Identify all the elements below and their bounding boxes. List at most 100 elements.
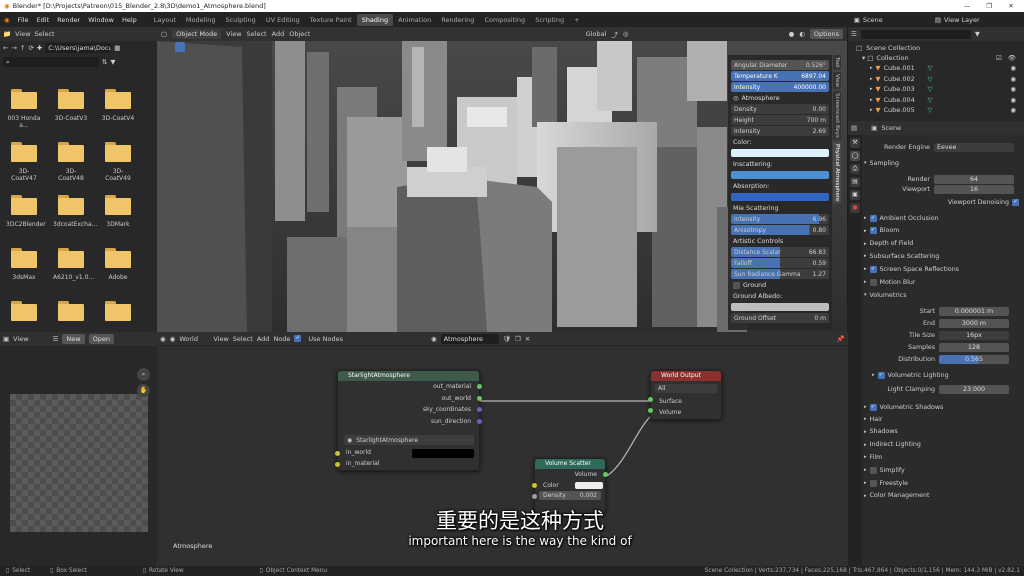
volume-scatter-node[interactable]: Volume Scatter Volume Color Density 0.00… [532,458,608,514]
npanel-field[interactable]: Temperature K 6897.04 [731,71,829,81]
settings-section[interactable]: ▸ Depth of Field [864,238,1022,250]
editor-type-icon[interactable]: 📁 [3,30,11,38]
npanel-field[interactable]: Intensity 400000.00 [731,82,829,92]
scene-tab-icon[interactable]: ▣ [850,190,860,200]
section-checkbox[interactable]: ✓ [869,403,877,411]
shading-material-icon[interactable]: ◐ [799,30,805,38]
expand-icon[interactable]: ▸ [864,266,867,272]
menu-view[interactable]: View [15,30,30,38]
npanel-field[interactable]: Density 0.00 [731,104,829,114]
expand-icon[interactable]: ▸ [864,467,867,473]
expand-icon[interactable]: ▸ [864,416,867,422]
pin-icon[interactable]: ☰ [53,335,59,343]
tab-compositing[interactable]: Compositing [479,14,530,26]
volumetric-shadows-section[interactable]: ▸ ✓ Volumetric Shadows [864,401,1022,413]
expand-icon[interactable]: ▸ [864,215,867,221]
expand-icon[interactable]: ▸ [864,228,867,234]
folder-item[interactable]: 3dcoatExcha... [53,195,97,228]
sampling-section[interactable]: ▾ Sampling [864,157,1022,169]
menu-edit[interactable]: Edit [33,16,54,24]
folder-item[interactable] [53,301,89,327]
new-folder-icon[interactable]: ✚ [37,44,42,52]
folder-item[interactable]: 3dsMax [6,248,42,281]
world-output-node[interactable]: World Output All Surface Volume [648,370,722,420]
menu-window[interactable]: Window [84,16,118,24]
object-mode-dropdown[interactable]: Object Mode [172,29,222,39]
expand-icon[interactable]: ▸ [864,442,867,448]
volume-socket[interactable] [648,408,653,413]
settings-section[interactable]: ▸ Color Management [864,490,1022,502]
surface-socket[interactable] [648,397,653,402]
tab-physical-atmosphere[interactable]: Physical Atmosphere [833,141,841,204]
settings-section[interactable]: ▸ Freestyle [864,477,1022,489]
pan-hand-icon[interactable]: ✋ [137,384,150,397]
expand-icon[interactable]: ▸ [864,429,867,435]
viewport-options-button[interactable]: Options [809,29,843,39]
editor-type-icon[interactable]: ▢ [161,30,167,38]
refresh-icon[interactable]: ⟳ [28,44,33,52]
outliner-object-row[interactable]: ▸ ▼ Cube.005 ▽ ◉ [856,105,1016,116]
tab-modeling[interactable]: Modeling [181,14,221,26]
folder-item[interactable]: 003 Honda a... [6,89,42,129]
expand-icon[interactable]: ▸ [870,65,873,71]
settings-section[interactable]: ▸ ✓ Ambient Occlusion [864,212,1022,224]
npanel-field[interactable]: Falloff 0.59 [731,258,829,268]
tab-view[interactable]: View [833,71,841,89]
editor-type-icon[interactable]: ▣ [3,335,9,343]
folder-item[interactable] [100,301,136,327]
property-value[interactable]: 0.000001 m [939,306,1009,316]
back-icon[interactable]: ← [3,44,8,52]
tab-uv-editing[interactable]: UV Editing [261,14,305,26]
path-field[interactable]: C:\Users\jama\Docum... [45,43,112,53]
property-value[interactable]: 128 [939,342,1009,352]
ground-offset-field[interactable]: Ground Offset 0 m [731,313,829,323]
settings-section[interactable]: ▸ ✓ Bloom [864,225,1022,237]
zoom-icon[interactable]: ⌕ [137,368,150,381]
tab-texture-paint[interactable]: Texture Paint [305,14,357,26]
open-image-button[interactable]: Open [88,334,114,344]
menu-object[interactable]: Object [289,30,310,38]
expand-icon[interactable]: ▸ [870,86,873,92]
density-input-socket[interactable] [532,494,537,499]
expand-icon[interactable]: ▸ [870,97,873,103]
expand-icon[interactable]: ▾ [864,160,867,166]
maximize-button[interactable]: ❐ [978,0,1000,12]
shading-solid-icon[interactable]: ● [789,30,795,38]
section-checkbox[interactable]: ✓ [869,265,877,273]
expand-icon[interactable]: ▸ [864,480,867,486]
input-socket[interactable] [335,451,340,456]
collection-row[interactable]: ▾ □ Collection ☑ 👁 [856,53,1016,63]
scene-selector[interactable]: Scene [863,16,935,24]
menu-render[interactable]: Render [53,16,84,24]
viewport-denoising-row[interactable]: Viewport Denoising ✓ [864,196,1022,208]
view-layer-tab-icon[interactable]: ▤ [850,177,860,187]
section-checkbox[interactable]: ✓ [869,214,877,222]
menu-file[interactable]: File [14,16,33,24]
expand-icon[interactable]: ▾ [864,292,867,298]
ground-section[interactable]: Ground [731,280,829,291]
menu-view[interactable]: View [13,335,28,343]
sort-icon[interactable]: ⇅ [102,58,107,66]
blender-menu-icon[interactable]: ◉ [0,16,14,24]
color-swatch[interactable] [574,482,603,489]
menu-help[interactable]: Help [118,16,141,24]
density-field[interactable]: Density 0.002 [539,491,601,500]
folder-item[interactable]: 3D-CoatV49 [100,142,136,182]
volumetrics-section[interactable]: ▾ Volumetrics [864,289,1022,301]
settings-section[interactable]: ▸ ✓ Screen Space Reflections [864,263,1022,275]
tab-animation[interactable]: Animation [393,14,436,26]
absorption-color-field[interactable] [731,193,829,201]
npanel-field[interactable]: Distance Scalar 66.83 [731,247,829,257]
search-input[interactable]: ⌕ [3,57,99,67]
property-value[interactable]: 3000 m [939,318,1009,328]
expand-icon[interactable]: ▾ [862,54,865,62]
outliner-object-row[interactable]: ▸ ▼ Cube.001 ▽ ◉ [856,63,1016,74]
expand-icon[interactable]: ▸ [870,107,873,113]
volume-output-socket[interactable] [603,472,608,477]
section-checkbox[interactable] [869,278,877,286]
settings-section[interactable]: ▸ Hair [864,413,1022,425]
target-dropdown[interactable]: All [655,384,717,393]
snap-icon[interactable]: ⤴ [611,29,618,39]
expand-icon[interactable]: ▸ [864,493,867,499]
editor-type-icon[interactable]: ☰ [851,30,857,38]
